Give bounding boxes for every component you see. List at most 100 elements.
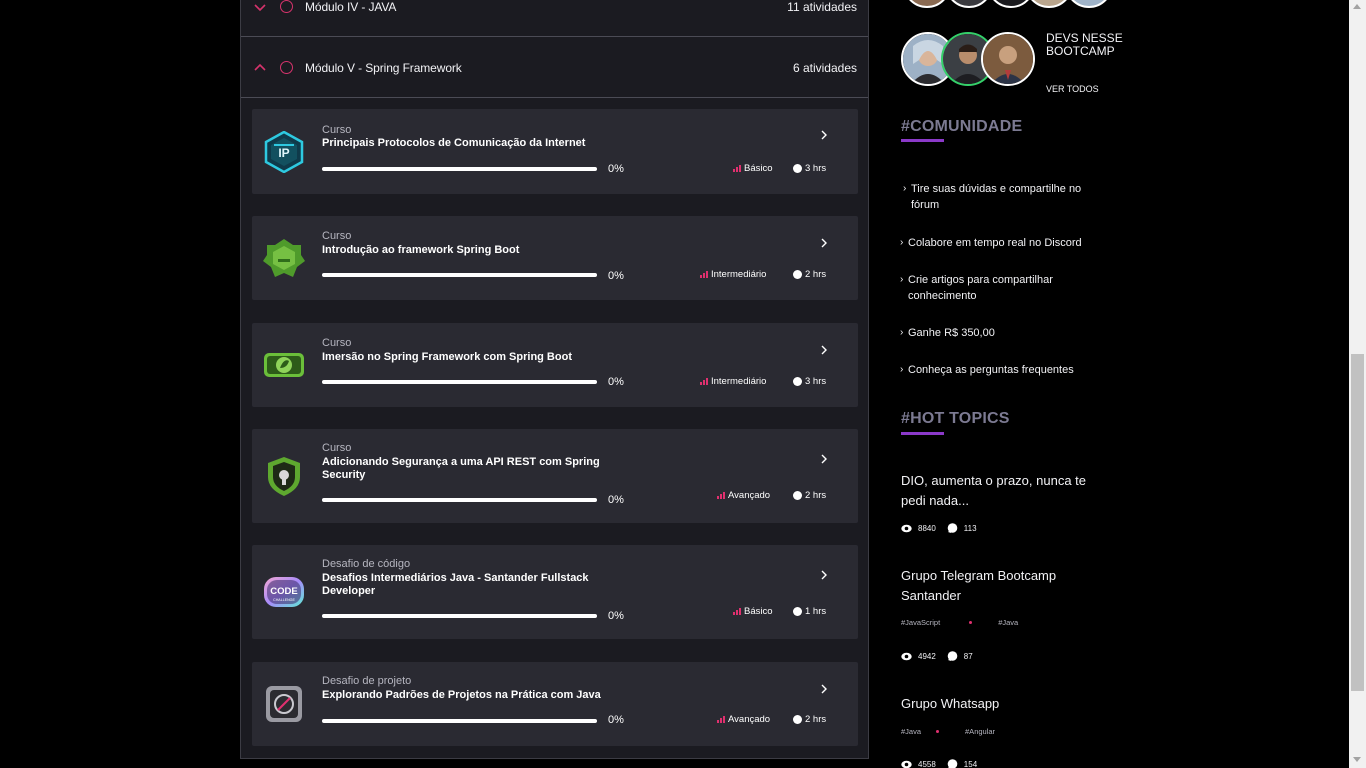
code-challenge-badge-icon: CODE CHALLENGE — [264, 577, 304, 607]
page-scrollbar[interactable] — [1349, 0, 1366, 768]
activity-type: Desafio de código — [322, 558, 411, 570]
activity-title: Principais Protocolos de Comunicação da … — [322, 137, 586, 149]
activity-title: Imersão no Spring Framework com Spring B… — [322, 351, 572, 363]
ip-protocol-badge-icon: IP — [264, 131, 304, 173]
community-link[interactable]: › Colabore em tempo real no Discord — [900, 235, 1100, 251]
progress-percent: 0% — [608, 714, 624, 726]
scrollbar-thumb[interactable] — [1351, 354, 1364, 691]
comment-icon — [947, 523, 958, 533]
difficulty-label: Avançado — [728, 714, 771, 725]
comment-icon — [947, 759, 958, 768]
activity-type: Curso — [322, 337, 352, 349]
activity-type: Curso — [322, 124, 352, 136]
heading-underline — [901, 432, 944, 435]
spring-boot-badge-icon — [263, 239, 305, 277]
comment-count: 87 — [963, 652, 973, 661]
chevron-right-icon[interactable] — [820, 684, 828, 694]
right-sidebar: DEVS NESSE BOOTCAMP VER TODOS #COMUNIDAD… — [895, 0, 1123, 768]
community-link[interactable]: › Conheça as perguntas frequentes — [900, 362, 1100, 378]
topic-title[interactable]: Grupo Telegram Bootcamp Santander — [901, 566, 1111, 606]
community-link[interactable]: › Tire suas dúvidas e compartilhe no fóru… — [903, 181, 1103, 213]
module-row-v[interactable]: Módulo V - Spring Framework 6 atividades — [241, 37, 868, 98]
avatar[interactable] — [981, 32, 1035, 86]
see-all-link[interactable]: VER TODOS — [1046, 84, 1099, 94]
difficulty-level: Básico — [733, 163, 773, 174]
clock-icon — [793, 607, 802, 616]
tag[interactable]: #Java — [998, 618, 1018, 627]
chevron-down-icon — [254, 4, 266, 12]
topic-tags: #Java #Angular — [901, 727, 995, 736]
module-list-panel: Módulo IV - JAVA 11 atividades Módulo V … — [240, 0, 869, 759]
chevron-right-icon: › — [900, 237, 904, 248]
chevron-up-icon — [254, 63, 266, 71]
duration: 3 hrs — [793, 376, 826, 387]
progress-bar — [322, 273, 597, 277]
scroll-up-arrow-icon[interactable] — [1353, 4, 1361, 9]
duration-label: 3 hrs — [805, 163, 827, 174]
chevron-right-icon[interactable] — [820, 345, 828, 355]
course-card[interactable]: Curso Introdução ao framework Spring Boo… — [252, 216, 858, 300]
scroll-down-arrow-icon[interactable] — [1353, 757, 1361, 762]
activity-title: Adicionando Segurança a uma API REST com… — [322, 456, 600, 481]
clock-icon — [793, 715, 802, 724]
signal-bars-icon — [733, 608, 741, 615]
progress-bar — [322, 719, 597, 723]
course-card[interactable]: IP Curso Principais Protocolos de Comuni… — [252, 109, 858, 194]
avatar[interactable] — [903, 0, 951, 8]
clock-icon — [793, 491, 802, 500]
chevron-right-icon[interactable] — [820, 238, 828, 248]
project-challenge-card[interactable]: Desafio de projeto Explorando Padrões de… — [252, 662, 858, 746]
module-activity-count: 11 atividades — [787, 0, 857, 14]
topic-stats: 4558 154 — [901, 759, 977, 768]
progress-percent: 0% — [608, 494, 624, 506]
spring-framework-badge-icon — [264, 353, 304, 377]
progress-percent: 0% — [608, 270, 624, 282]
course-card[interactable]: Curso Imersão no Spring Framework com Sp… — [252, 323, 858, 407]
duration: 2 hrs — [793, 490, 826, 501]
chevron-right-icon: › — [900, 274, 904, 285]
community-heading: #COMUNIDADE — [901, 118, 1023, 135]
chevron-right-icon: › — [903, 183, 907, 194]
progress-percent: 0% — [608, 376, 624, 388]
svg-text:IP: IP — [278, 146, 289, 160]
view-count: 4942 — [918, 652, 936, 661]
topic-tags: #JavaScript #Java — [901, 618, 1018, 627]
activity-title: Explorando Padrões de Projetos na Prátic… — [322, 689, 601, 701]
topic-title[interactable]: Grupo Whatsapp — [901, 694, 1111, 714]
avatar[interactable] — [1065, 0, 1113, 8]
difficulty-level: Avançado — [717, 490, 770, 501]
avatar[interactable] — [945, 0, 993, 8]
comment-count: 154 — [963, 760, 978, 768]
difficulty-level: Básico — [733, 606, 773, 617]
svg-text:CODE: CODE — [270, 586, 297, 597]
community-link[interactable]: › Crie artigos para compartilhar conhecim… — [900, 272, 1100, 304]
code-challenge-card[interactable]: CODE CHALLENGE Desafio de código Desafio… — [252, 545, 858, 639]
heading-underline — [901, 139, 944, 142]
status-circle-icon — [280, 61, 293, 74]
community-link[interactable]: › Ganhe R$ 350,00 — [900, 325, 1100, 341]
difficulty-label: Básico — [744, 606, 773, 617]
clock-icon — [793, 270, 802, 279]
chevron-right-icon[interactable] — [820, 454, 828, 464]
eye-icon — [901, 524, 912, 533]
difficulty-level: Intermediário — [700, 269, 766, 280]
progress-percent: 0% — [608, 163, 624, 175]
duration-label: 2 hrs — [805, 269, 827, 280]
duration: 2 hrs — [793, 269, 826, 280]
chevron-right-icon[interactable] — [820, 130, 828, 140]
module-row-iv[interactable]: Módulo IV - JAVA 11 atividades — [241, 0, 868, 37]
avatar[interactable] — [987, 0, 1035, 8]
topic-title[interactable]: DIO, aumenta o prazo, nunca te pedi nada… — [901, 471, 1111, 511]
duration-label: 2 hrs — [805, 714, 827, 725]
signal-bars-icon — [717, 716, 725, 723]
tag[interactable]: #Angular — [965, 727, 995, 736]
view-count: 4558 — [918, 760, 936, 768]
difficulty-label: Intermediário — [711, 269, 767, 280]
course-card[interactable]: Curso Adicionando Segurança a uma API RE… — [252, 429, 858, 523]
duration: 3 hrs — [793, 163, 826, 174]
activity-title: Introdução ao framework Spring Boot — [322, 244, 520, 256]
tag[interactable]: #JavaScript — [901, 618, 940, 627]
avatar[interactable] — [1025, 0, 1073, 8]
chevron-right-icon[interactable] — [820, 570, 828, 580]
tag[interactable]: #Java — [901, 727, 921, 736]
